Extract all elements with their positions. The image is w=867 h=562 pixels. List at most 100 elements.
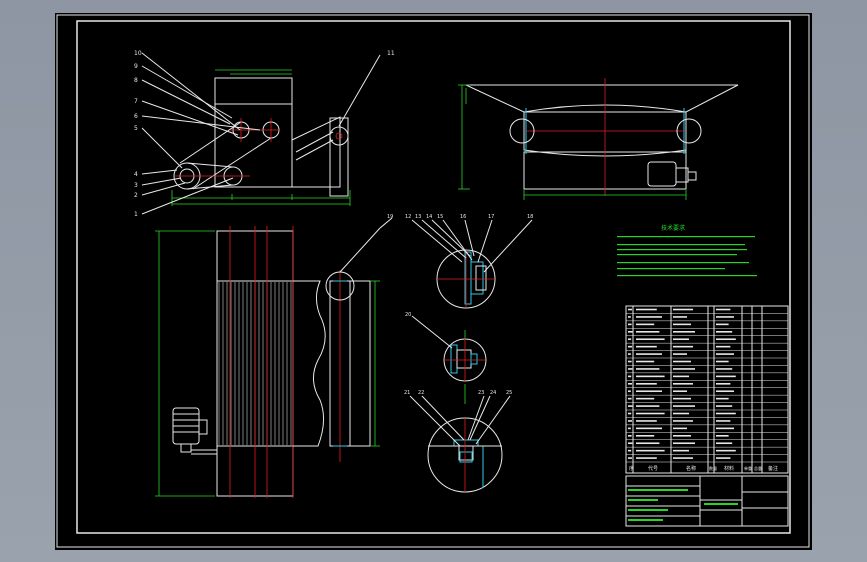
bom-cell-text [673,412,689,415]
bom-cell-text [673,308,693,311]
cad-viewport[interactable]: 10 9 8 7 6 5 4 3 2 1 11 12 13 14 15 16 1… [0,0,867,562]
svg-text:4: 4 [134,171,138,178]
svg-text:材料: 材料 [724,465,734,472]
svg-text:15: 15 [437,214,443,220]
bom-cell-text [628,345,632,348]
svg-text:2: 2 [134,192,138,199]
bom-cell-text [628,420,632,422]
bom-cell-text [716,435,729,437]
svg-text:代号: 代号 [648,465,658,472]
svg-text:11: 11 [387,50,395,57]
bom-cell-text [716,360,729,363]
bom-cell-text [673,323,691,326]
bom-cell-text [673,316,687,318]
svg-text:名称: 名称 [686,465,696,472]
bom-cell-text [628,457,632,459]
bom-cell-text [716,368,733,370]
bom-cell-text [628,412,632,415]
svg-text:3: 3 [134,182,138,189]
svg-text:14: 14 [426,214,432,220]
bom-cell-text [716,323,729,326]
bom-cell-text [636,323,655,326]
bom-cell-text [716,383,731,385]
bom-cell-text [716,390,734,393]
svg-text:单重: 单重 [744,465,752,471]
svg-text:总重: 总重 [754,465,762,471]
bom-cell-text [716,412,736,415]
svg-text:备注: 备注 [768,465,778,472]
bom-cell-text [673,390,687,393]
bom-cell-text [636,457,657,459]
bom-cell-text [716,345,731,348]
bom-cell-text [636,383,657,385]
bom-cell-text [636,427,662,430]
svg-text:10: 10 [134,50,142,57]
svg-text:8: 8 [134,77,138,84]
bom-cell-text [636,412,665,415]
bom-cell-text [628,338,632,341]
bom-cell-text [636,405,660,407]
bom-cell-text [628,397,632,400]
bom-cell-text [628,308,632,311]
bom-cell-text [636,449,665,452]
bom-cell-text [673,353,687,355]
svg-text:24: 24 [490,390,496,396]
svg-text:13: 13 [415,214,421,220]
svg-text:18: 18 [527,214,533,220]
bom-cell-text [673,405,695,407]
bom-cell-text [716,353,734,355]
bom-cell-text [673,375,689,378]
bom-cell-text [628,390,631,393]
bom-cell-text [716,449,736,452]
detail-b-balloons: 20 [405,312,411,318]
bom-cell-text [673,449,689,452]
svg-text:16: 16 [460,214,466,220]
bom-cell-text [628,435,632,437]
bom-cell-text [628,353,631,355]
bom-cell-text [673,360,691,363]
bom-cell-text [673,331,695,333]
bom-cell-text [636,308,657,311]
bom-cell-text [628,427,631,430]
bom-cell-text [673,383,693,385]
svg-text:5: 5 [134,125,138,132]
bom-cell-text [628,316,631,318]
svg-text:23: 23 [478,390,484,396]
bom-cell-text [716,338,736,341]
bom-cell-text [636,338,665,341]
bom-cell-text [636,435,655,437]
bom-cell-text [716,316,734,318]
svg-text:1: 1 [134,211,138,218]
bom-cell-text [628,360,632,363]
svg-text:数量: 数量 [709,465,717,471]
bom-cell-text [636,360,655,363]
svg-text:9: 9 [134,63,138,70]
svg-text:25: 25 [506,390,512,396]
svg-text:6: 6 [134,113,138,120]
bom-cell-text [716,397,729,400]
bom-cell-text [673,345,693,348]
bom-cell-text [628,331,633,333]
bom-cell-text [636,397,655,400]
bom-cell-text [628,449,632,452]
bom-cell-text [636,390,662,393]
bom-cell-text [628,442,633,445]
tech-notes-title: 技术要求 [661,224,685,232]
svg-text:17: 17 [488,214,494,220]
bom-cell-text [636,420,657,422]
bom-cell-text [628,383,632,385]
bom-cell-text [716,331,733,333]
bom-cell-text [716,308,731,311]
svg-text:12: 12 [405,214,411,220]
bom-cell-text [636,368,660,370]
bom-cell-text [673,338,689,341]
bom-cell-text [673,368,695,370]
bom-cell-text [716,375,736,378]
svg-text:7: 7 [134,98,138,105]
bom-cell-text [628,323,632,326]
svg-text:21: 21 [404,390,410,396]
bom-cell-text [716,420,731,422]
bom-cell-text [628,375,632,378]
svg-text:序: 序 [629,465,634,472]
bom-cell-text [673,397,691,400]
